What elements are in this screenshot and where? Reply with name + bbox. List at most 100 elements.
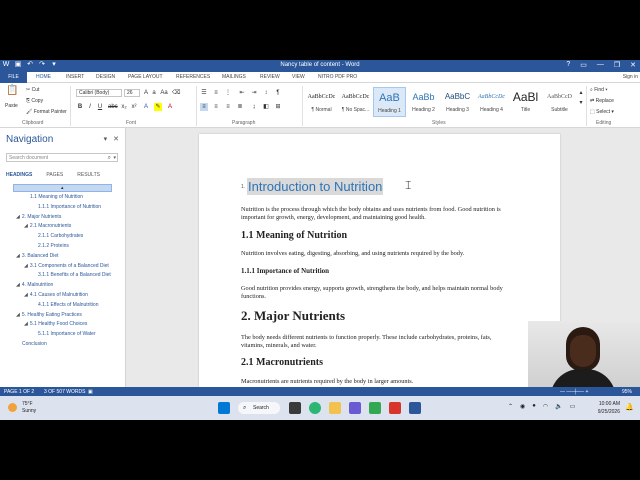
font-size-select[interactable]: 26	[124, 89, 140, 97]
shading-icon[interactable]: ◧	[262, 103, 270, 111]
close-button[interactable]: ✕	[630, 61, 636, 69]
style-no-spacing[interactable]: AaBbCcDc ¶ No Spac...	[339, 87, 372, 117]
nav-heading-item[interactable]: ◢ 2.1 Macronutrients	[24, 223, 71, 229]
word-count[interactable]: 3 OF 507 WORDS	[44, 389, 85, 395]
find-button[interactable]: ⌕ Find ▾	[590, 87, 607, 93]
tab-review[interactable]: REVIEW	[260, 74, 280, 80]
pdf-icon[interactable]	[389, 402, 401, 414]
style-title[interactable]: AaBl Title	[509, 87, 542, 117]
subscript-icon[interactable]: x₂	[120, 103, 128, 111]
select-button[interactable]: ⬚ Select ▾	[590, 109, 614, 115]
nav-heading-item[interactable]: ◢ 3. Balanced Diet	[16, 253, 59, 259]
show-formatting-icon[interactable]: ¶	[274, 89, 282, 97]
paragraph[interactable]: Nutrition is the process through which t…	[241, 206, 511, 222]
heading-1[interactable]: 2. Major Nutrients	[241, 308, 511, 324]
tab-page-layout[interactable]: PAGE LAYOUT	[128, 74, 163, 80]
nav-heading-item[interactable]: ◢ 5.1 Healthy Food Choices	[24, 321, 87, 327]
nav-heading-item[interactable]: ◢ 3.1 Components of a Balanced Diet	[24, 263, 109, 269]
search-icon[interactable]: ⌕	[108, 154, 111, 162]
heading-3[interactable]: 1.1.1 Importance of Nutrition	[241, 267, 511, 275]
align-right-icon[interactable]: ≡	[224, 103, 232, 111]
paste-icon[interactable]: 📋	[6, 86, 18, 99]
paragraph[interactable]: The body needs different nutrients to fu…	[241, 334, 511, 350]
multilevel-list-icon[interactable]: ⋮	[224, 89, 232, 97]
change-case-icon[interactable]: Aa	[160, 89, 168, 97]
nav-heading-item[interactable]: 5.1.1 Importance of Water	[38, 331, 96, 337]
nav-heading-item[interactable]: Conclusion	[22, 341, 47, 347]
collapse-arrow-icon[interactable]: ▴	[61, 185, 64, 191]
decrease-indent-icon[interactable]: ⇤	[238, 89, 246, 97]
expand-triangle-icon[interactable]: ◢	[16, 253, 20, 259]
style-heading-2[interactable]: AaBb Heading 2	[407, 87, 440, 117]
nav-heading-item[interactable]: 1.1 Meaning of Nutrition	[30, 194, 83, 200]
superscript-icon[interactable]: x²	[130, 103, 138, 111]
underline-icon[interactable]: U	[96, 103, 104, 111]
replace-button[interactable]: ⇄ Replace	[590, 98, 614, 104]
page-count[interactable]: PAGE 1 OF 2	[4, 389, 34, 395]
shrink-font-icon[interactable]: a	[150, 89, 158, 97]
pane-options-icon[interactable]: ▾	[104, 135, 108, 143]
tab-view[interactable]: VIEW	[292, 74, 305, 80]
font-color-icon[interactable]: A	[166, 103, 174, 111]
text-effects-icon[interactable]: A	[142, 103, 150, 111]
edge-icon[interactable]	[309, 402, 321, 414]
wifi-icon[interactable]: ◠	[543, 403, 548, 410]
line-spacing-icon[interactable]: ↨	[250, 103, 258, 111]
record-icon[interactable]: ●	[532, 403, 536, 410]
heading-2[interactable]: 1.1 Meaning of Nutrition	[241, 230, 511, 241]
nav-heading-item[interactable]: ◢ 4.1 Causes of Malnutrition	[24, 292, 88, 298]
expand-triangle-icon[interactable]: ◢	[16, 312, 20, 318]
italic-icon[interactable]: I	[86, 103, 94, 111]
restore-button[interactable]: ❐	[614, 61, 620, 69]
font-name-select[interactable]: Calibri (Body)	[76, 89, 122, 97]
nav-heading-item[interactable]: ◢ 4. Malnutrition	[16, 282, 53, 288]
heading-1-selected[interactable]: Introduction to Nutrition	[247, 178, 384, 195]
tab-headings[interactable]: HEADINGS	[6, 172, 32, 178]
cut-button[interactable]: ✂ Cut	[26, 87, 39, 93]
search-document-input[interactable]: Search document ⌕ ▾	[6, 153, 118, 162]
tab-file[interactable]: FILE	[0, 72, 27, 83]
style-subtitle[interactable]: AaBbCcD Subtitle	[543, 87, 576, 117]
strikethrough-icon[interactable]: abc	[108, 103, 118, 111]
style-heading-3[interactable]: AaBbC Heading 3	[441, 87, 474, 117]
selected-heading-highlight[interactable]: ▴	[13, 184, 112, 192]
paste-button[interactable]: Paste	[5, 103, 18, 109]
numbering-icon[interactable]: ≡	[212, 89, 220, 97]
notification-icon[interactable]: 🔔	[625, 403, 634, 411]
paragraph[interactable]: Nutrition involves eating, digesting, ab…	[241, 250, 511, 258]
justify-icon[interactable]: ≣	[236, 103, 244, 111]
expand-triangle-icon[interactable]: ◢	[24, 292, 28, 298]
expand-triangle-icon[interactable]: ◢	[24, 263, 28, 269]
nav-heading-item[interactable]: ◢ 5. Healthy Eating Practices	[16, 312, 82, 318]
tab-design[interactable]: DESIGN	[96, 74, 115, 80]
paragraph[interactable]: Good nutrition provides energy, supports…	[241, 285, 511, 301]
chevron-down-icon[interactable]: ▾	[113, 154, 116, 162]
paragraph[interactable]: Macronutrients are nutrients required by…	[241, 378, 511, 386]
taskbar-search[interactable]: ⌕ Search	[238, 402, 280, 414]
tab-insert[interactable]: INSERT	[66, 74, 84, 80]
tab-mailings[interactable]: MAILINGS	[222, 74, 246, 80]
expand-triangle-icon[interactable]: ◢	[24, 321, 28, 327]
nav-heading-item[interactable]: 2.1.2 Proteins	[38, 243, 69, 249]
style-heading-4[interactable]: AaBbCcDc Heading 4	[475, 87, 508, 117]
expand-triangle-icon[interactable]: ◢	[16, 282, 20, 288]
borders-icon[interactable]: ⊞	[274, 103, 282, 111]
nav-heading-item[interactable]: 1.1.1 Importance of Nutrition	[38, 204, 101, 210]
battery-icon[interactable]: ▭	[570, 403, 576, 410]
nav-heading-item[interactable]: 4.1.1 Effects of Malnutrition	[38, 302, 99, 308]
clear-formatting-icon[interactable]: ⌫	[172, 89, 180, 97]
sort-icon[interactable]: ↕	[262, 89, 270, 97]
heading-2[interactable]: 2.1 Macronutrients	[241, 357, 511, 368]
styles-scroll-up-icon[interactable]: ▴	[577, 89, 585, 97]
bold-icon[interactable]: B	[76, 103, 84, 111]
close-pane-icon[interactable]: ✕	[113, 135, 119, 143]
camtasia-icon[interactable]	[369, 402, 381, 414]
nav-heading-item[interactable]: 3.1.1 Benefits of a Balanced Diet	[38, 272, 111, 278]
tab-home[interactable]: HOME	[36, 74, 51, 80]
grow-font-icon[interactable]: A	[142, 89, 150, 97]
store-icon[interactable]	[349, 402, 361, 414]
align-left-icon[interactable]: ≡	[200, 103, 208, 111]
styles-scroll-down-icon[interactable]: ▾	[577, 99, 585, 107]
tab-nitro-pdf-pro[interactable]: NITRO PDF PRO	[318, 74, 357, 80]
tab-references[interactable]: REFERENCES	[176, 74, 210, 80]
